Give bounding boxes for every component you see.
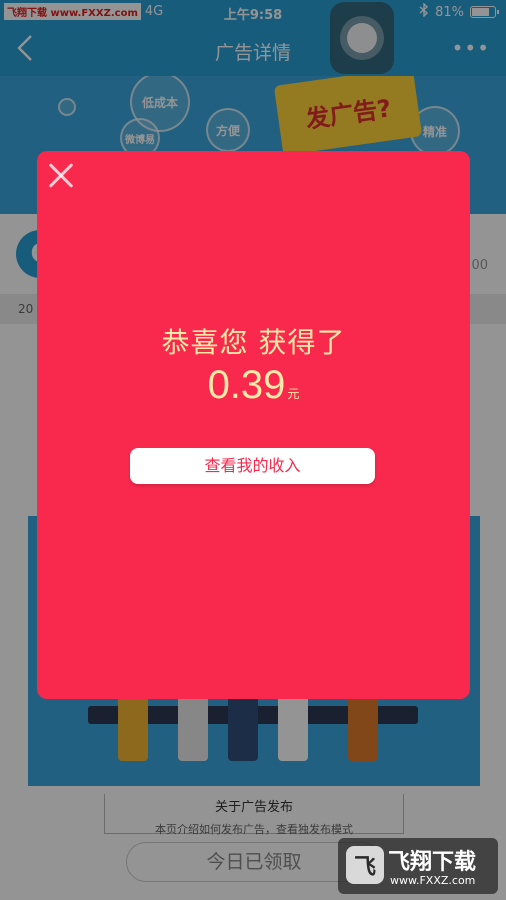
view-income-button[interactable]: 查看我的收入 <box>130 448 375 484</box>
watermark-icon: 飞 <box>346 846 384 884</box>
close-icon[interactable] <box>43 157 79 193</box>
watermark-brand: 飞翔下载 <box>388 850 477 875</box>
amount-unit: 元 <box>287 387 300 401</box>
watermark-logo: 飞 飞翔下载 www.FXXZ.com <box>338 838 498 894</box>
watermark-url: www.FXXZ.com <box>390 874 476 887</box>
reward-amount: 0.39 元 <box>37 363 470 408</box>
reward-modal: 恭喜您 获得了 0.39 元 查看我的收入 <box>37 151 470 699</box>
amount-value: 0.39 <box>207 363 286 407</box>
congrats-text: 恭喜您 获得了 <box>161 326 346 359</box>
